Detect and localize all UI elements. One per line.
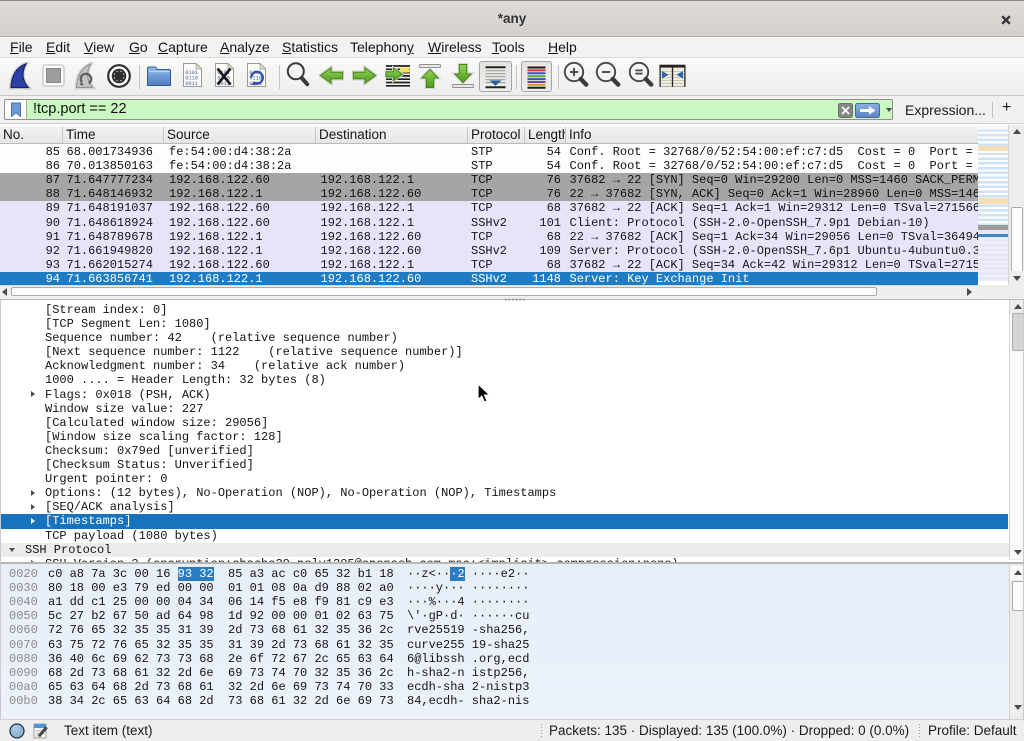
svg-text:0011: 0011 [185, 81, 197, 87]
